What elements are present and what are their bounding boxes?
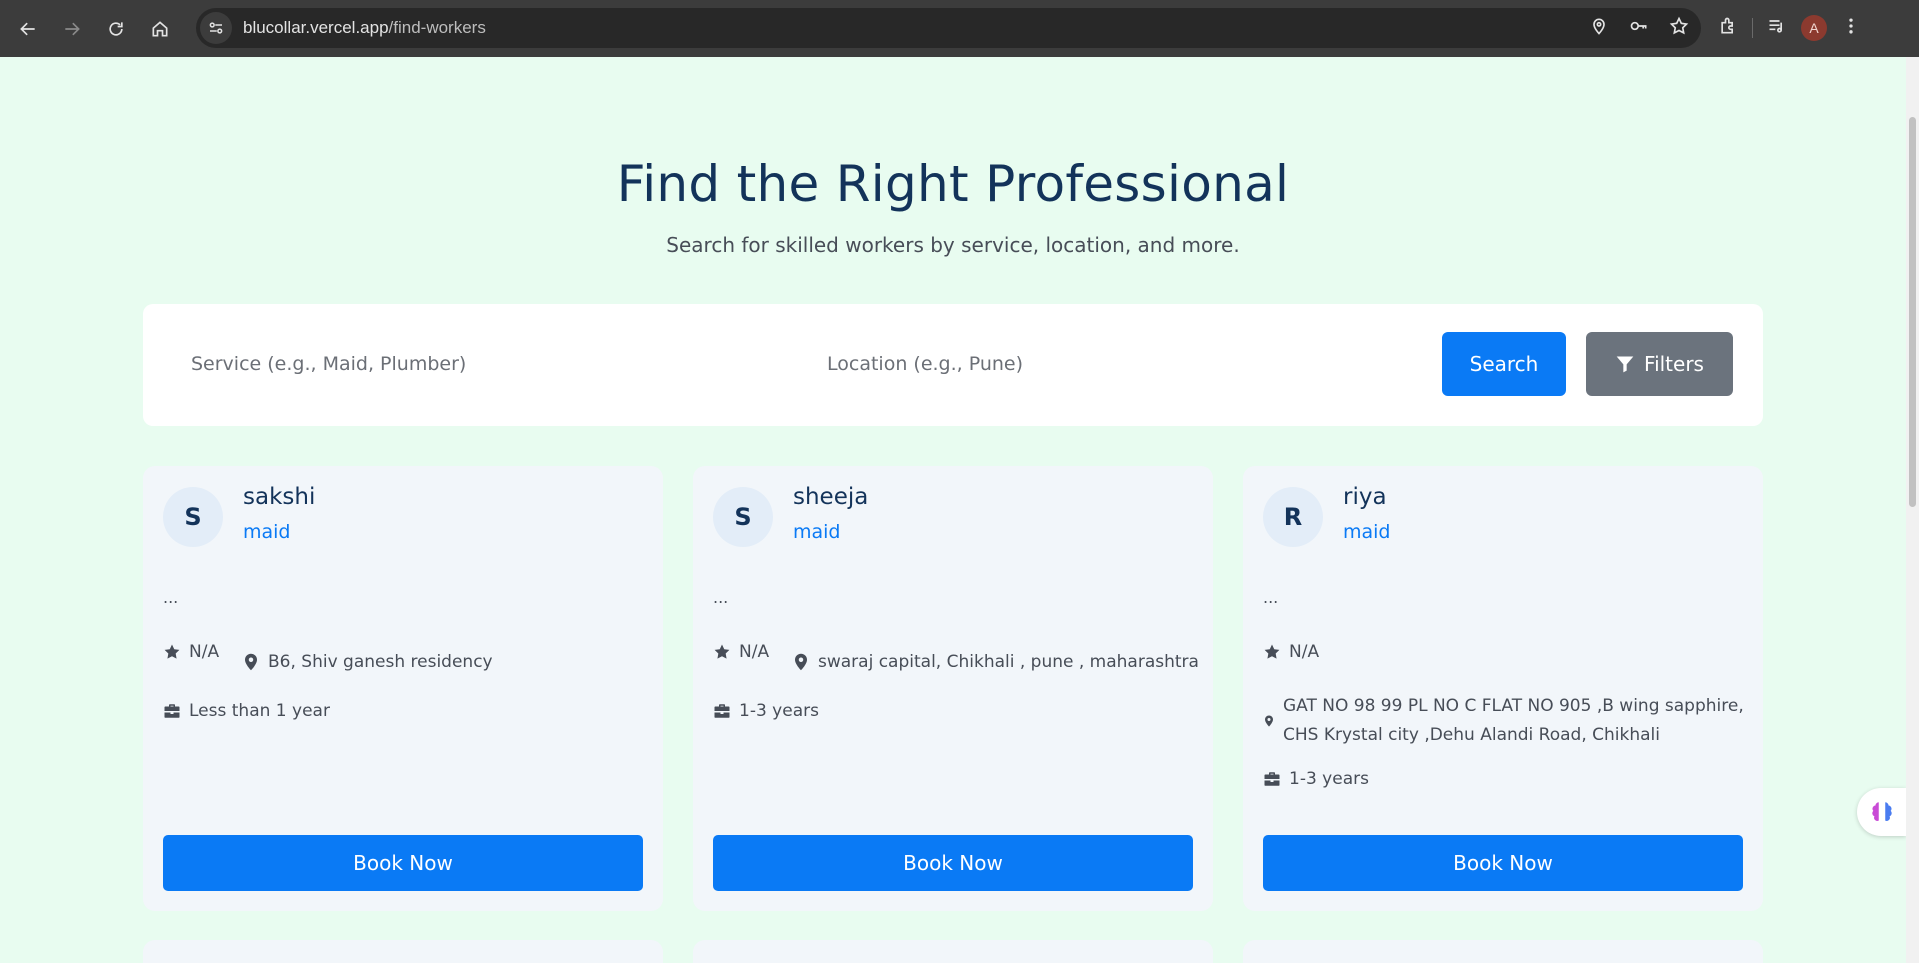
worker-name: riya (1343, 484, 1387, 510)
back-arrow-icon[interactable] (6, 9, 50, 49)
worker-location: swaraj capital, Chikhali , pune , mahara… (792, 652, 1199, 672)
password-key-icon[interactable] (1629, 16, 1649, 40)
rating-value: N/A (189, 642, 220, 662)
media-control-icon[interactable] (1767, 16, 1787, 40)
location-text: swaraj capital, Chikhali , pune , mahara… (818, 652, 1199, 672)
worker-experience: 1-3 years (1263, 769, 1369, 789)
brain-widget-icon[interactable] (1857, 788, 1906, 836)
page-subtitle: Search for skilled workers by service, l… (666, 233, 1240, 257)
rating-value: N/A (1289, 642, 1320, 662)
avatar: S (163, 487, 223, 547)
scrollbar-thumb[interactable] (1909, 117, 1916, 507)
experience-text: 1-3 years (739, 701, 819, 721)
book-now-button[interactable]: Book Now (1263, 835, 1743, 891)
toolbar-divider (1752, 18, 1753, 38)
search-panel: Search Filters (143, 304, 1763, 426)
book-now-button[interactable]: Book Now (713, 835, 1193, 891)
worker-name: sheeja (793, 484, 869, 510)
filter-funnel-icon (1616, 356, 1634, 373)
worker-card-partial (693, 940, 1213, 963)
more-menu-icon[interactable] (1841, 16, 1861, 40)
home-icon[interactable] (138, 9, 182, 49)
location-text: GAT NO 98 99 PL NO C FLAT NO 905 ,B wing… (1283, 692, 1744, 750)
book-now-button[interactable]: Book Now (163, 835, 643, 891)
worker-experience: 1-3 years (713, 701, 819, 721)
map-marker-icon (795, 653, 807, 671)
worker-service: maid (1343, 521, 1391, 543)
worker-card: S sakshi maid ... N/A B6, Shiv ganesh re… (143, 466, 663, 911)
map-marker-icon (245, 653, 257, 671)
location-line: GAT NO 98 99 PL NO C FLAT NO 905 ,B wing… (1283, 696, 1744, 716)
bookmark-star-icon[interactable] (1669, 16, 1689, 40)
worker-rating: N/A (1263, 642, 1319, 662)
profile-avatar[interactable]: A (1801, 15, 1827, 41)
forward-arrow-icon[interactable] (50, 9, 94, 49)
location-text: B6, Shiv ganesh residency (268, 652, 493, 672)
worker-experience: Less than 1 year (163, 701, 330, 721)
search-button[interactable]: Search (1442, 332, 1566, 396)
rating-value: N/A (739, 642, 770, 662)
worker-description: ... (163, 588, 179, 607)
worker-card-partial (1243, 940, 1763, 963)
avatar: R (1263, 487, 1323, 547)
location-input[interactable] (827, 328, 1387, 400)
filters-label: Filters (1644, 352, 1704, 376)
worker-name: sakshi (243, 484, 316, 510)
worker-service: maid (243, 521, 291, 543)
browser-toolbar: blucollar.vercel.app/find-workers A (0, 0, 1919, 57)
location-pin-icon[interactable] (1589, 16, 1609, 40)
address-bar[interactable]: blucollar.vercel.app/find-workers (196, 8, 1701, 48)
worker-location: B6, Shiv ganesh residency (242, 652, 493, 672)
location-line: CHS Krystal city ,Dehu Alandi Road, Chik… (1283, 725, 1660, 745)
experience-text: 1-3 years (1289, 769, 1369, 789)
star-icon (164, 644, 180, 659)
worker-card: R riya maid ... N/A GAT NO 98 99 PL NO C… (1243, 466, 1763, 911)
experience-text: Less than 1 year (189, 701, 330, 721)
worker-rating: N/A (163, 642, 219, 662)
worker-service: maid (793, 521, 841, 543)
filters-button[interactable]: Filters (1586, 332, 1733, 396)
worker-rating: N/A (713, 642, 769, 662)
site-settings-icon[interactable] (200, 12, 232, 44)
extensions-icon[interactable] (1718, 16, 1738, 40)
service-input[interactable] (191, 328, 751, 400)
briefcase-icon (714, 704, 730, 718)
reload-icon[interactable] (94, 9, 138, 49)
worker-description: ... (713, 588, 729, 607)
star-icon (1264, 644, 1280, 659)
worker-card: S sheeja maid ... N/A swaraj capital, Ch… (693, 466, 1213, 911)
briefcase-icon (164, 704, 180, 718)
briefcase-icon (1264, 772, 1280, 786)
url-text: blucollar.vercel.app/find-workers (243, 18, 486, 37)
page-title: Find the Right Professional (616, 155, 1290, 213)
avatar: S (713, 487, 773, 547)
worker-description: ... (1263, 588, 1279, 607)
worker-card-partial (143, 940, 663, 963)
star-icon (714, 644, 730, 659)
page-scrollbar[interactable] (1906, 57, 1919, 963)
worker-location: GAT NO 98 99 PL NO C FLAT NO 905 ,B wing… (1263, 692, 1744, 750)
map-marker-icon (1265, 715, 1273, 727)
